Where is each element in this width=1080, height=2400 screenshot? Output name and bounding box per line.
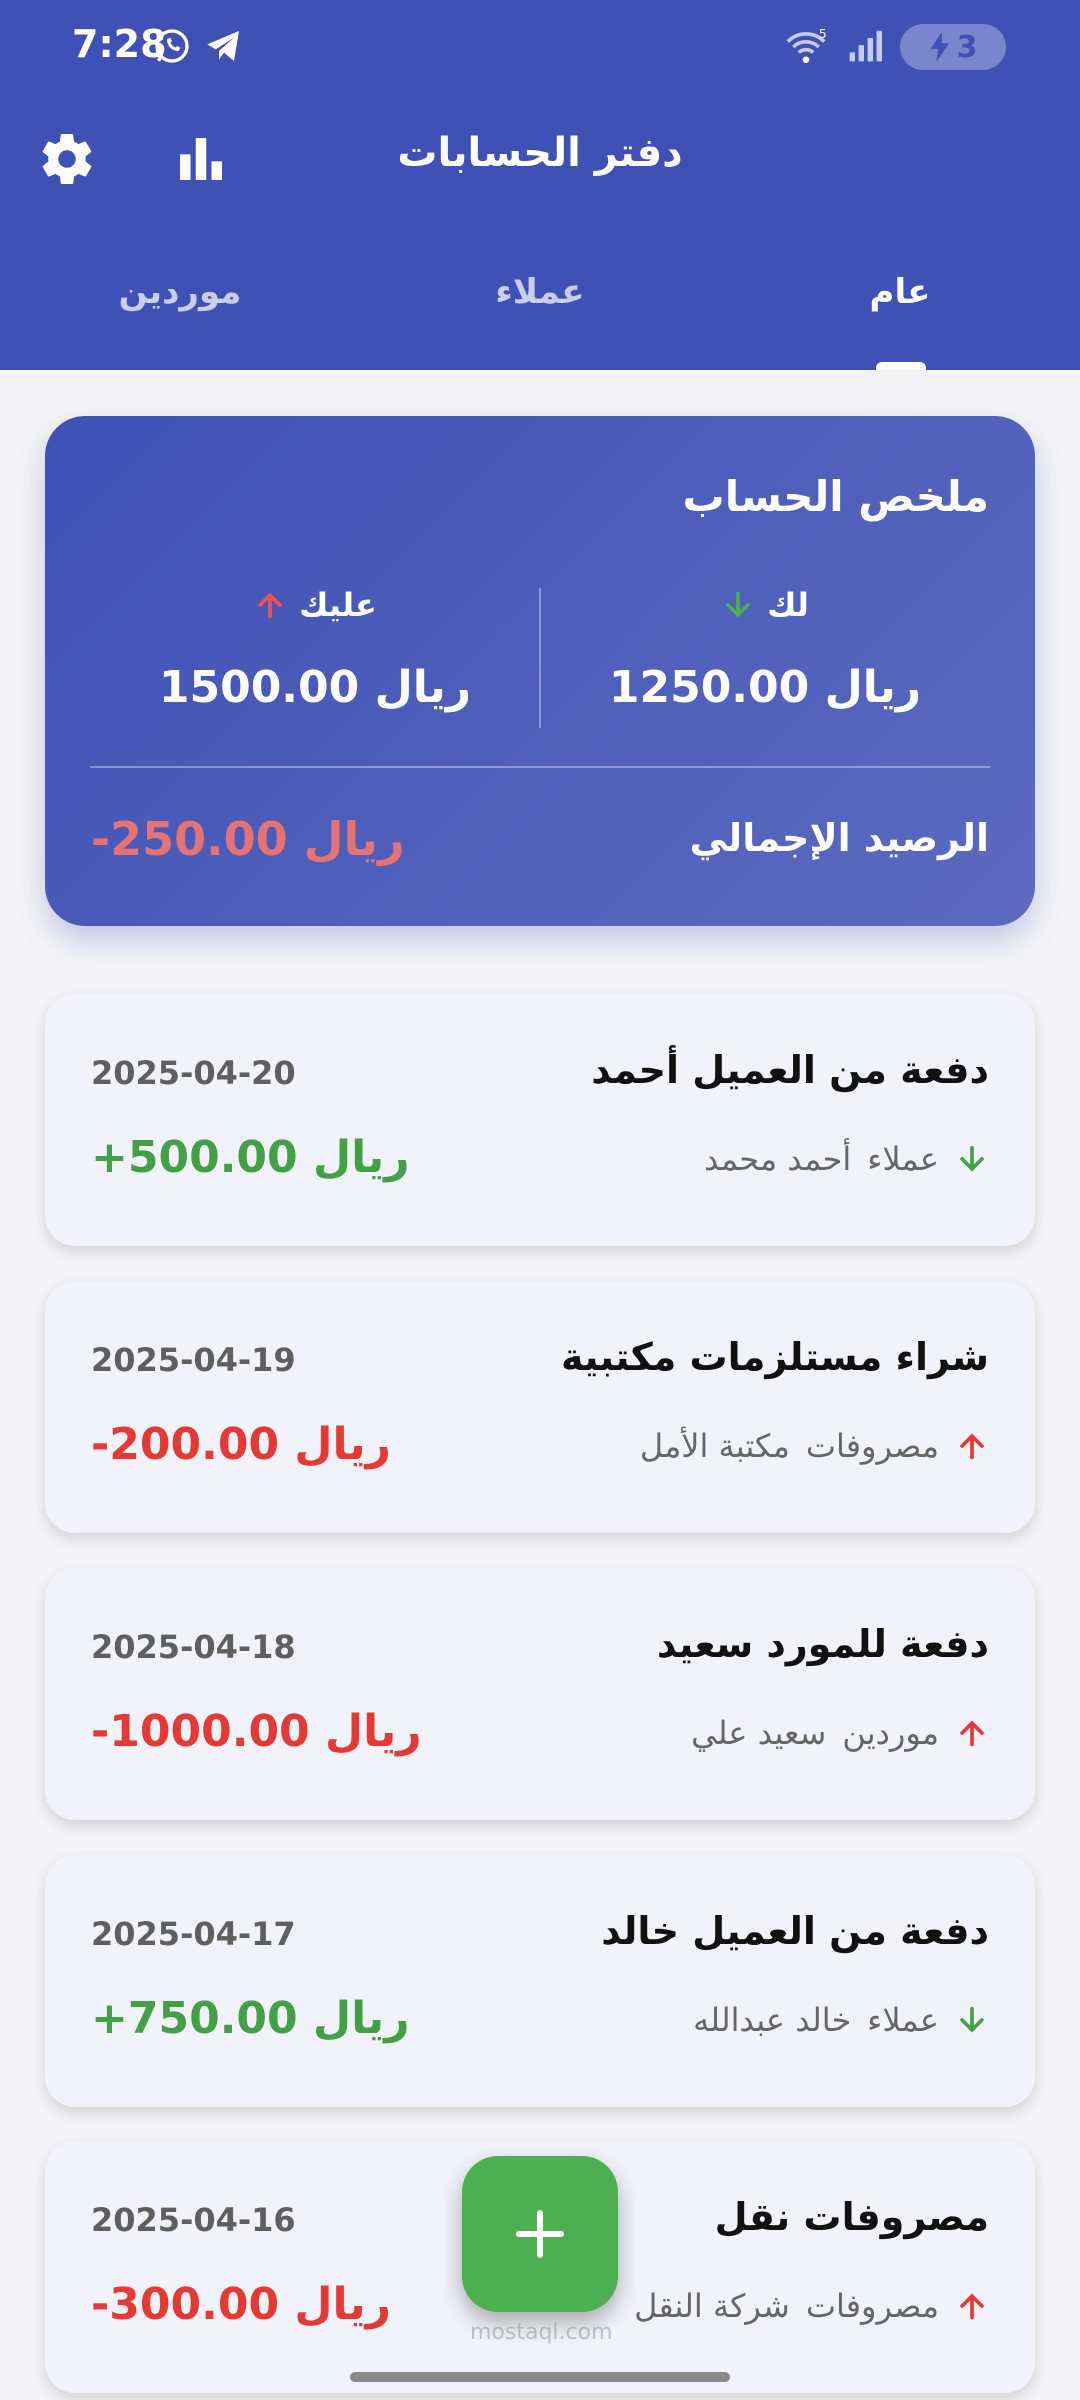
transaction-party: أحمد محمد (704, 1140, 852, 1178)
transaction-amount: +500.00 ريال (91, 1132, 410, 1183)
transaction-card[interactable]: دفعة للمورد سعيد 2025-04-18 موردين سعيد … (45, 1568, 1035, 1820)
toolbar: دفتر الحسابات (0, 110, 1080, 206)
incoming-column: لك 1250.00 ريال (540, 586, 990, 713)
arrow-up-icon (960, 2293, 984, 2320)
transaction-date: 2025-04-20 (91, 1054, 296, 1092)
transaction-meta: مصروفات شركة النقل (634, 2287, 989, 2325)
charging-icon (930, 32, 949, 62)
incoming-label-row: لك (540, 586, 990, 624)
incoming-label: لك (767, 586, 809, 624)
transaction-date: 2025-04-19 (91, 1341, 296, 1379)
transaction-party: مكتبة الأمل (639, 1427, 790, 1465)
outgoing-amount: 1500.00 ريال (158, 662, 472, 713)
transaction-meta: عملاء خالد عبدالله (693, 2001, 989, 2039)
transaction-category: عملاء (867, 2001, 939, 2039)
transaction-meta: عملاء أحمد محمد (704, 1140, 989, 1178)
transaction-category: مصروفات (805, 2287, 939, 2325)
telegram-icon (207, 31, 239, 61)
plus-icon (515, 2209, 565, 2259)
notification-icons (152, 26, 244, 66)
wifi-icon: 5 (786, 27, 827, 64)
transaction-category: موردين (842, 1714, 939, 1752)
status-bar: 7:28 5 3 (0, 0, 1080, 95)
total-balance-amount: -250.00 ريال (91, 812, 405, 866)
watermark: mostaql.com (470, 2320, 613, 2345)
transaction-date: 2025-04-16 (91, 2201, 296, 2239)
network-label: 5 (819, 27, 827, 41)
home-indicator[interactable] (350, 2372, 730, 2382)
arrow-down-icon (726, 591, 750, 618)
transaction-title: مصروفات نقل (714, 2195, 989, 2239)
arrow-down-icon (960, 2006, 984, 2033)
transaction-title: دفعة من العميل خالد (601, 1909, 989, 1953)
arrow-up-icon (960, 1433, 984, 1460)
outgoing-label-row: عليك (90, 586, 540, 624)
transaction-title: شراء مستلزمات مكتبية (561, 1335, 989, 1379)
arrow-up-icon (960, 1720, 984, 1747)
transaction-card[interactable]: دفعة من العميل خالد 2025-04-17 عملاء خال… (45, 1855, 1035, 2107)
arrow-down-icon (960, 1145, 984, 1172)
transaction-party: سعيد علي (691, 1714, 827, 1752)
signal-icon (849, 30, 882, 62)
transaction-party: خالد عبدالله (693, 2001, 852, 2039)
app-root: 7:28 5 3 دفتر الحسابات موردين عملاء عام … (0, 0, 1080, 2400)
transaction-category: عملاء (867, 1140, 939, 1178)
outgoing-label: عليك (299, 586, 377, 624)
transaction-category: مصروفات (805, 1427, 939, 1465)
transaction-party: شركة النقل (634, 2287, 790, 2325)
transaction-amount: -1000.00 ريال (91, 1706, 422, 1757)
tab-general[interactable]: عام (720, 272, 1080, 312)
transaction-amount: -300.00 ريال (91, 2279, 391, 2330)
incoming-amount: 1250.00 ريال (608, 662, 922, 713)
arrow-up-icon (258, 592, 282, 619)
account-summary-card: ملخص الحساب لك 1250.00 ريال عليك 1500.00… (45, 416, 1035, 926)
transaction-amount: -200.00 ريال (91, 1419, 391, 1470)
transaction-amount: +750.00 ريال (91, 1993, 410, 2044)
tab-bar: موردين عملاء عام (0, 250, 1080, 370)
whatsapp-icon (155, 29, 189, 63)
battery-indicator: 3 (900, 24, 1006, 70)
total-balance-label: الرصيد الإجمالي (689, 816, 989, 860)
outgoing-column: عليك 1500.00 ريال (90, 586, 540, 713)
transaction-card[interactable]: شراء مستلزمات مكتبية 2025-04-19 مصروفات … (45, 1281, 1035, 1533)
status-right: 5 3 (784, 24, 1006, 70)
transaction-date: 2025-04-18 (91, 1628, 296, 1666)
page-title: دفتر الحسابات (397, 130, 683, 176)
transaction-meta: مصروفات مكتبة الأمل (640, 1427, 989, 1465)
transaction-card[interactable]: دفعة من العميل أحمد 2025-04-20 عملاء أحم… (45, 994, 1035, 1246)
app-header: 7:28 5 3 دفتر الحسابات موردين عملاء عام (0, 0, 1080, 370)
transaction-title: دفعة للمورد سعيد (656, 1622, 989, 1666)
active-tab-indicator (876, 362, 926, 370)
battery-level: 3 (956, 29, 978, 65)
add-transaction-button[interactable] (462, 2156, 618, 2312)
summary-title: ملخص الحساب (682, 472, 990, 521)
summary-divider (90, 766, 990, 768)
tab-suppliers[interactable]: موردين (0, 272, 360, 312)
tab-customers[interactable]: عملاء (360, 272, 720, 312)
transaction-date: 2025-04-17 (91, 1915, 296, 1953)
transaction-title: دفعة من العميل أحمد (591, 1048, 989, 1092)
transaction-meta: موردين سعيد علي (691, 1714, 989, 1752)
